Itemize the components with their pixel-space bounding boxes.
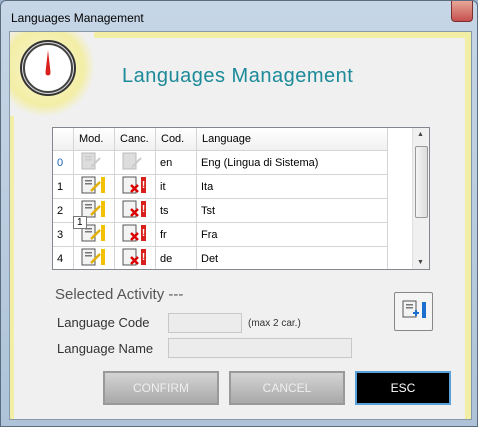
edit-cell[interactable] xyxy=(73,150,115,175)
delete-icon: ! xyxy=(122,248,146,266)
language-code-hint: (max 2 car.) xyxy=(248,318,301,329)
edit-cell[interactable] xyxy=(73,246,115,269)
svg-text:!: ! xyxy=(142,180,145,191)
selected-activity-label: Selected Activity --- xyxy=(55,286,184,303)
row-index: 3 xyxy=(53,222,74,247)
svg-text:!: ! xyxy=(142,204,145,215)
language-code-label: Language Code xyxy=(57,315,150,330)
new-language-icon xyxy=(402,300,426,318)
delete-cell[interactable]: ! xyxy=(114,222,156,247)
languages-grid[interactable]: Mod. Canc. Cod. Language 0 en Eng (Lingu… xyxy=(52,127,430,270)
delete-cell[interactable] xyxy=(114,150,156,175)
scrollbar-thumb[interactable] xyxy=(415,146,428,218)
language-code-input[interactable] xyxy=(168,313,242,333)
table-row[interactable]: 1 ! it Ita xyxy=(53,174,388,199)
confirm-button[interactable]: CONFIRM xyxy=(103,371,219,405)
cancel-button[interactable]: CANCEL xyxy=(229,371,345,405)
window-close-button[interactable] xyxy=(451,1,473,22)
selected-activity-value: --- xyxy=(168,286,184,303)
page-title: Languages Management xyxy=(122,65,354,87)
table-row[interactable]: 2 ! ts Tst xyxy=(53,198,388,223)
column-header-canc[interactable]: Canc. xyxy=(114,128,156,151)
edit-icon xyxy=(81,176,105,194)
row-index: 0 xyxy=(53,150,74,175)
language-code-cell: fr xyxy=(155,222,197,247)
client-area: Languages Management Mod. Canc. Cod. Lan… xyxy=(9,31,472,420)
row-tooltip: 1 xyxy=(73,216,87,229)
table-row[interactable]: 0 en Eng (Lingua di Sistema) xyxy=(53,150,388,175)
language-code-cell: ts xyxy=(155,198,197,223)
app-logo-icon xyxy=(20,40,76,96)
grid-vertical-scrollbar[interactable]: ▲ ▼ xyxy=(412,128,429,269)
language-code-cell: en xyxy=(155,150,197,175)
window-frame: Languages Management Languages Managemen… xyxy=(0,0,478,427)
column-header-cod[interactable]: Cod. xyxy=(155,128,197,151)
language-code-cell: de xyxy=(155,246,197,269)
edit-cell[interactable] xyxy=(73,174,115,199)
language-name-cell: Ita xyxy=(196,174,388,199)
row-header-corner xyxy=(53,128,74,151)
row-index: 2 xyxy=(53,198,74,223)
svg-text:!: ! xyxy=(142,228,145,239)
delete-icon: ! xyxy=(122,200,146,218)
column-header-mod[interactable]: Mod. xyxy=(73,128,115,151)
row-index: 1 xyxy=(53,174,74,199)
delete-icon xyxy=(122,152,142,170)
new-language-button[interactable] xyxy=(394,292,433,331)
language-name-cell: Det xyxy=(196,246,388,269)
language-name-cell: Eng (Lingua di Sistema) xyxy=(196,150,388,175)
row-index: 4 xyxy=(53,246,74,269)
delete-cell[interactable]: ! xyxy=(114,174,156,199)
table-row[interactable]: 4 ! de Det xyxy=(53,246,388,269)
decor-bar-right xyxy=(465,32,471,419)
column-header-language[interactable]: Language xyxy=(196,128,388,151)
table-row[interactable]: 3 ! fr Fra xyxy=(53,222,388,247)
language-name-label: Language Name xyxy=(57,341,154,356)
language-name-cell: Tst xyxy=(196,198,388,223)
edit-icon xyxy=(81,152,101,170)
delete-cell[interactable]: ! xyxy=(114,198,156,223)
scroll-up-arrow-icon[interactable]: ▲ xyxy=(417,131,424,138)
delete-cell[interactable]: ! xyxy=(114,246,156,269)
edit-icon xyxy=(81,248,105,266)
svg-text:!: ! xyxy=(142,252,145,263)
title-bar[interactable]: Languages Management xyxy=(1,1,477,31)
window-title: Languages Management xyxy=(11,11,144,25)
scroll-down-arrow-icon[interactable]: ▼ xyxy=(417,259,424,266)
delete-icon: ! xyxy=(122,224,146,242)
esc-button[interactable]: ESC xyxy=(355,371,451,405)
language-name-cell: Fra xyxy=(196,222,388,247)
delete-icon: ! xyxy=(122,176,146,194)
language-code-cell: it xyxy=(155,174,197,199)
language-name-input[interactable] xyxy=(168,338,352,358)
